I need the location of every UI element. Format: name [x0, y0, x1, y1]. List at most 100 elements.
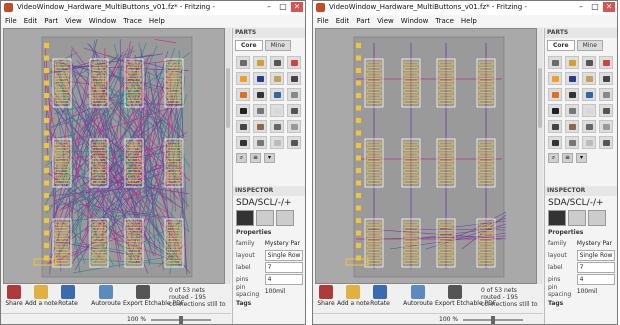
menu-view[interactable]: View [377, 15, 394, 27]
scroll-thumb[interactable] [538, 68, 542, 128]
rotate-button[interactable]: Rotate [57, 285, 79, 307]
part-thumbnail[interactable] [582, 56, 596, 69]
part-thumbnail[interactable] [565, 88, 579, 101]
part-thumbnail[interactable] [565, 104, 579, 117]
vertical-scrollbar[interactable] [225, 28, 231, 284]
part-thumbnail[interactable] [270, 72, 284, 85]
export-pdf-button[interactable]: Export Etchable PDF [123, 285, 184, 307]
menu-file[interactable]: File [317, 15, 329, 27]
zoom-slider-handle[interactable] [491, 316, 495, 324]
property-value[interactable]: Single Row [264, 249, 303, 261]
part-thumbnail[interactable] [582, 136, 596, 149]
part-thumbnail[interactable] [582, 72, 596, 85]
export-pdf-button[interactable]: Export Etchable PDF [435, 285, 496, 307]
part-thumbnail[interactable] [582, 88, 596, 101]
share-button[interactable]: Share [3, 285, 25, 307]
property-value[interactable]: 7 [264, 261, 303, 273]
menu-part[interactable]: Part [44, 15, 58, 27]
menu-help[interactable]: Help [461, 15, 477, 27]
part-thumbnail[interactable] [270, 136, 284, 149]
tab-core[interactable]: Core [547, 40, 575, 51]
part-thumbnail[interactable] [270, 88, 284, 101]
close-icon[interactable]: ✕ [291, 2, 303, 12]
zoom-slider-handle[interactable] [179, 316, 183, 324]
scroll-thumb[interactable] [226, 68, 230, 128]
menu-view[interactable]: View [65, 15, 82, 27]
pcb-board[interactable] [316, 29, 536, 283]
close-icon[interactable]: ✕ [603, 2, 615, 12]
vertical-scrollbar[interactable] [537, 28, 543, 284]
part-thumbnail[interactable] [287, 88, 301, 101]
part-thumbnail[interactable] [548, 88, 562, 101]
menu-edit[interactable]: Edit [24, 15, 38, 27]
menu-file[interactable]: File [5, 15, 17, 27]
part-thumbnail[interactable] [253, 136, 267, 149]
menu-window[interactable]: Window [401, 15, 429, 27]
part-thumbnail[interactable] [287, 120, 301, 133]
part-thumbnail[interactable] [565, 136, 579, 149]
part-thumbnail[interactable] [599, 72, 613, 85]
part-thumbnail[interactable] [565, 56, 579, 69]
maximize-icon[interactable]: □ [277, 2, 289, 12]
tab-mine[interactable]: Mine [576, 40, 603, 51]
part-thumbnail[interactable] [582, 120, 596, 133]
tab-core[interactable]: Core [235, 40, 263, 51]
list-view-icon[interactable]: ≡ [250, 153, 261, 163]
part-thumbnail[interactable] [287, 72, 301, 85]
part-thumbnail[interactable] [548, 56, 562, 69]
pcb-board[interactable] [4, 29, 224, 283]
part-thumbnail[interactable] [287, 136, 301, 149]
part-thumbnail[interactable] [270, 56, 284, 69]
menu-edit[interactable]: Edit [336, 15, 350, 27]
minimize-icon[interactable]: – [263, 2, 275, 12]
part-thumbnail[interactable] [548, 120, 562, 133]
search-icon[interactable]: ⌕ [236, 153, 247, 163]
menu-help[interactable]: Help [149, 15, 165, 27]
part-thumbnail[interactable] [253, 72, 267, 85]
part-thumbnail[interactable] [236, 136, 250, 149]
part-thumbnail[interactable] [253, 104, 267, 117]
part-thumbnail[interactable] [548, 136, 562, 149]
part-thumbnail[interactable] [599, 104, 613, 117]
minimize-icon[interactable]: – [575, 2, 587, 12]
search-icon[interactable]: ⌕ [548, 153, 559, 163]
menu-trace[interactable]: Trace [123, 15, 142, 27]
menu-icon[interactable]: ▾ [576, 153, 587, 163]
part-thumbnail[interactable] [565, 120, 579, 133]
menu-window[interactable]: Window [89, 15, 117, 27]
part-thumbnail[interactable] [599, 56, 613, 69]
maximize-icon[interactable]: □ [589, 2, 601, 12]
part-thumbnail[interactable] [236, 56, 250, 69]
part-thumbnail[interactable] [599, 120, 613, 133]
share-button[interactable]: Share [315, 285, 337, 307]
property-value[interactable]: 7 [576, 261, 615, 273]
part-thumbnail[interactable] [287, 104, 301, 117]
part-thumbnail[interactable] [548, 104, 562, 117]
property-value[interactable]: 4 [576, 273, 615, 285]
part-thumbnail[interactable] [599, 136, 613, 149]
part-thumbnail[interactable] [287, 56, 301, 69]
part-thumbnail[interactable] [548, 72, 562, 85]
part-thumbnail[interactable] [253, 56, 267, 69]
add-note-button[interactable]: Add a note [25, 285, 58, 307]
autoroute-button[interactable]: Autoroute [91, 285, 121, 307]
part-thumbnail[interactable] [253, 88, 267, 101]
menu-trace[interactable]: Trace [435, 15, 454, 27]
part-thumbnail[interactable] [270, 104, 284, 117]
rotate-button[interactable]: Rotate [369, 285, 391, 307]
part-thumbnail[interactable] [582, 104, 596, 117]
part-thumbnail[interactable] [236, 72, 250, 85]
add-note-button[interactable]: Add a note [337, 285, 370, 307]
part-thumbnail[interactable] [270, 120, 284, 133]
property-value[interactable]: 4 [264, 273, 303, 285]
part-thumbnail[interactable] [599, 88, 613, 101]
pcb-canvas[interactable] [315, 28, 537, 284]
part-thumbnail[interactable] [236, 120, 250, 133]
list-view-icon[interactable]: ≡ [562, 153, 573, 163]
part-thumbnail[interactable] [236, 88, 250, 101]
part-thumbnail[interactable] [565, 72, 579, 85]
menu-icon[interactable]: ▾ [264, 153, 275, 163]
menu-part[interactable]: Part [356, 15, 370, 27]
autoroute-button[interactable]: Autoroute [403, 285, 433, 307]
tab-mine[interactable]: Mine [264, 40, 291, 51]
